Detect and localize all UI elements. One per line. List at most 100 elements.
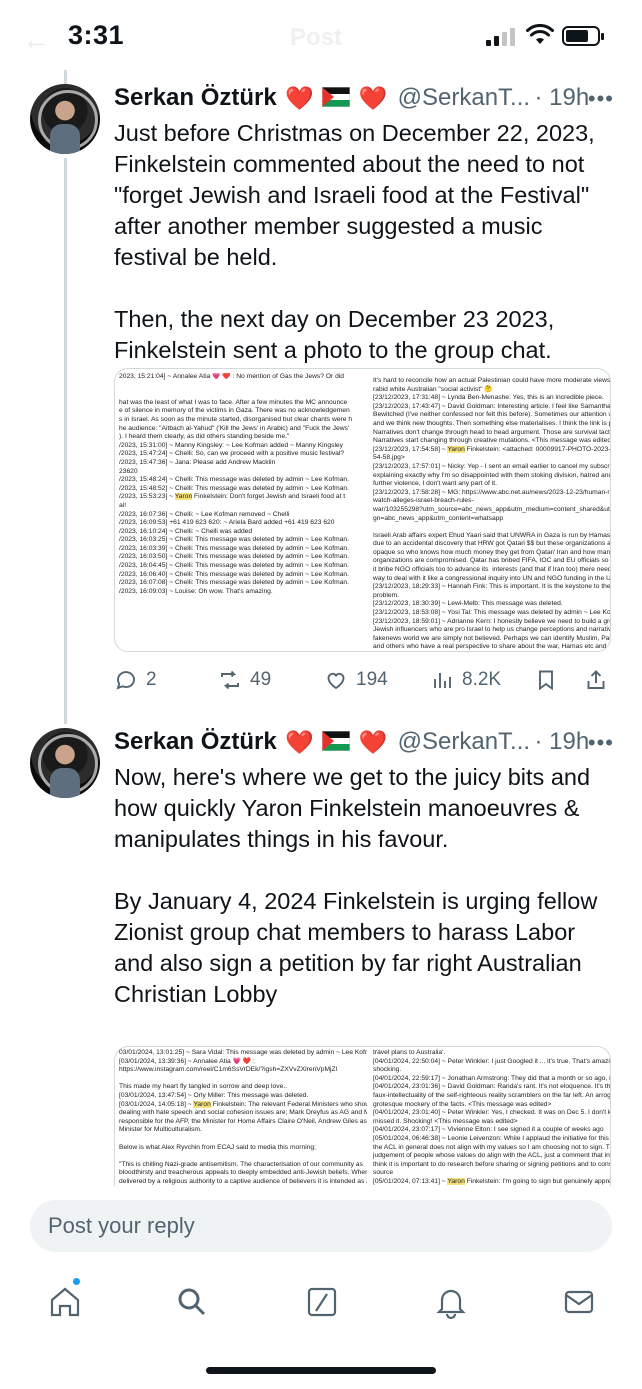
document-line: 2023, 15:21:04] ~ Annalee Atia 💗 ❤️ : No… [119, 373, 345, 380]
search-icon [178, 1288, 206, 1316]
status-time: 3:31 [68, 20, 125, 50]
reply-placeholder: Post your reply [48, 1213, 195, 1238]
home-indicator[interactable] [206, 1367, 436, 1374]
document-line: /2023, 16:03:50] ~ Chelli: This message … [119, 553, 349, 561]
document-line: faux-intellectuality of the self-righteo… [373, 1091, 611, 1099]
author-handle[interactable]: @SerkanT... [398, 84, 530, 111]
document-line: /2023, 15:47:36] ~ Jana: Please add Andr… [119, 458, 276, 466]
document-line: [23/12/2023, 18:53:08] ~ Yosi Tal: This … [373, 609, 611, 617]
document-line: Israeli Arab affairs expert Ehud Yaari s… [373, 531, 611, 539]
reply-input[interactable]: Post your reply [30, 1200, 612, 1252]
notifications-icon [436, 1289, 466, 1320]
like-count: 194 [356, 669, 388, 690]
document-line: 23620 [119, 467, 138, 475]
author-name[interactable]: Serkan Öztürk [114, 728, 277, 755]
tweet-header: Serkan Öztürk ❤️ ❤️ @SerkanT... · 19h [114, 728, 624, 764]
tab-grok[interactable] [304, 1284, 340, 1320]
document-line: s in Israel. As soon as the minute start… [119, 415, 353, 423]
document-line: judgement of people whose values do alig… [373, 1152, 610, 1160]
wifi-icon [526, 24, 554, 44]
document-line: /2023, 16:07:36] ~ Chelli: ~ Lee Kofman … [119, 510, 290, 518]
name-emojis: ❤️ ❤️ [285, 729, 393, 755]
tab-messages[interactable] [561, 1284, 597, 1320]
views-button[interactable]: 8.2K [430, 663, 501, 697]
document-line: It's hard to reconcile how an actual Pal… [373, 377, 611, 384]
document-line: the ACL in general does not align with m… [373, 1143, 610, 1151]
document-line: /2023, 15:48:24] ~ Chelli: This message … [119, 476, 349, 484]
document-line: [03/01/2024, 13:39:36] ~ Annalee Atia 💗 … [119, 1057, 255, 1065]
more-options-icon[interactable]: ••• [588, 730, 614, 756]
document-line: [05/01/2024, 07:13:41] ~ Yaron Finkelste… [373, 1177, 611, 1185]
author-name[interactable]: Serkan Öztürk [114, 84, 277, 111]
bookmark-button[interactable] [534, 663, 558, 697]
avatar[interactable] [30, 728, 100, 798]
highlighted-name: Yaron [174, 493, 193, 501]
heart-emoji-icon: ❤️ [285, 84, 314, 111]
heart-emoji-icon: ❤️ [358, 728, 388, 755]
tweet-header: Serkan Öztürk ❤️ ❤️ @SerkanT... · 19h [114, 84, 624, 120]
post-time: · 19h [534, 728, 590, 755]
document-line: [04/01/2024, 23:01:40] ~ Peter Winkler: … [373, 1109, 611, 1117]
document-line: way to deal with it like a congressional… [373, 574, 611, 582]
author-handle[interactable]: @SerkanT... [398, 728, 530, 755]
repost-count: 49 [250, 669, 272, 690]
document-line: /2023, 15:47:24] ~ Chelli: So, can we pr… [119, 450, 345, 458]
more-options-icon[interactable]: ••• [588, 86, 614, 112]
tweet-image[interactable]: 2023, 15:21:04] ~ Annalee Atia 💗 ❤️ : No… [114, 368, 611, 652]
document-line: /2023, 16:03:25] ~ Chelli: This message … [119, 536, 349, 544]
back-arrow-icon[interactable]: ← [22, 24, 50, 56]
tab-notifications[interactable] [433, 1284, 469, 1320]
tab-home[interactable] [47, 1284, 83, 1320]
document-line: /2023, 16:04:45] ~ Chelli: This message … [119, 562, 349, 570]
document-line: missed it. Shocking! <This message was e… [373, 1117, 518, 1125]
document-line: "This is chilling Nazi-grade antisemitis… [119, 1160, 363, 1168]
document-line: 03/01/2024, 13:01:25] ~ Sara Vidal: This… [119, 1049, 367, 1056]
tab-search[interactable] [174, 1284, 210, 1320]
repost-button[interactable]: 49 [218, 663, 271, 697]
document-line: This made my heart fly tangled in sorrow… [119, 1083, 288, 1091]
document-line: e of silence in memory of the victims in… [119, 407, 350, 415]
document-line: [23/12/2023, 17:54:58] ~ Yaron Finkelste… [373, 445, 611, 453]
reply-button[interactable]: 2 [114, 663, 157, 697]
document-line: it bribe NGO officials too to advance it… [373, 566, 611, 574]
document-line: al! [119, 501, 127, 509]
document-line: hat was the least of what I was to face.… [119, 398, 348, 406]
share-icon [587, 670, 605, 689]
document-line: travel plans to Australia'. [373, 1049, 446, 1056]
document-line: https://www.instagram.com/reel/C1m6SsVrD… [119, 1066, 338, 1074]
document-line: [23/12/2023, 17:57:01] ~ Nicky: Yep - I … [373, 462, 611, 470]
document-line: [03/01/2024, 14:05:18] ~ Yaron Finkelste… [119, 1100, 367, 1108]
battery-icon [562, 26, 604, 46]
tweet-image[interactable]: 03/01/2024, 13:01:25] ~ Sara Vidal: This… [114, 1046, 611, 1186]
document-line: /2023, 15:53:23] ~ Yaron Finkelstein: Do… [119, 493, 346, 501]
grok-icon [307, 1287, 337, 1317]
share-button[interactable] [584, 663, 608, 697]
document-line: /2023, 16:10:24] ~ Chelli: ~ Chelli was … [119, 527, 253, 535]
document-line: [05/01/2024, 06:46:38] ~ Leonie Leivenzo… [373, 1134, 611, 1142]
document-line: [23/12/2023, 17:31:48] ~ Lynda Ben-Menas… [373, 394, 604, 402]
repost-icon [221, 670, 239, 690]
document-left-column: 2023, 15:21:04] ~ Annalee Atia 💗 ❤️ : No… [119, 373, 367, 596]
document-line: [23/12/2023, 17:43:47] ~ David Goldman: … [373, 402, 611, 410]
home-update-dot [72, 1277, 81, 1286]
document-line: and others who have a real perspective t… [373, 643, 610, 651]
highlighted-name: Yaron [447, 1177, 465, 1185]
document-line: think it is important to do research bef… [373, 1160, 611, 1168]
document-line: gn=abc_news_app&utm_content=whatsapp [373, 514, 504, 522]
like-button[interactable]: 194 [324, 663, 388, 697]
document-left-column: 03/01/2024, 13:01:25] ~ Sara Vidal: This… [119, 1049, 367, 1186]
document-line: Bewitched (I've neither confessed nor fe… [373, 411, 611, 419]
avatar[interactable] [30, 84, 100, 154]
document-line: Jewish influencers who are pro Israel to… [373, 626, 611, 634]
views-count: 8.2K [462, 669, 502, 690]
messages-icon [564, 1290, 594, 1314]
document-line: /2023, 16:03:39] ~ Chelli: This message … [119, 544, 349, 552]
palestine-flag-icon [322, 731, 351, 752]
reply-count: 2 [146, 669, 157, 690]
document-line: dealing with hate speech and social cohe… [119, 1109, 367, 1117]
thread-line [64, 158, 67, 724]
like-icon [327, 672, 345, 690]
tweet-actions: 2 49 194 8.2K [114, 663, 614, 697]
